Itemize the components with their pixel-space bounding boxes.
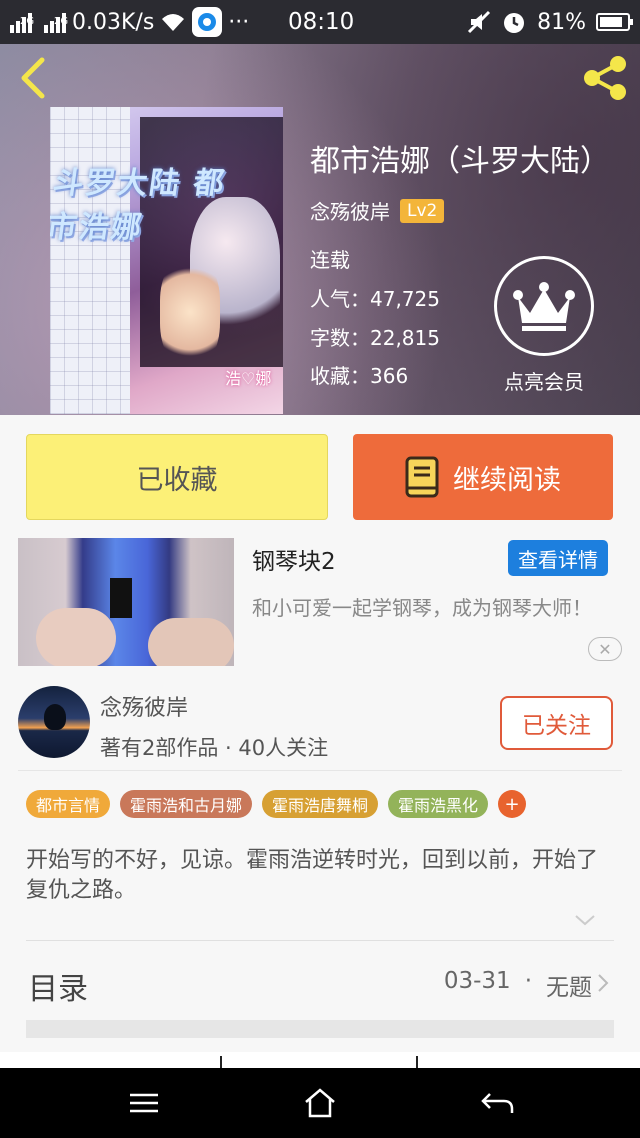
book-cover[interactable]: 斗罗大陆 都市浩娜 浩♡娜 [50,107,283,414]
divider [18,770,622,771]
status-bar: 2G 2G 0.03K/s ··· 08:10 81% [0,0,640,44]
more-dots: ··· [228,9,250,35]
view-details-button[interactable]: 查看详情 [508,540,608,576]
tag-chip[interactable]: 霍雨浩和古月娜 [120,790,253,818]
popularity-value: 47,725 [370,287,440,311]
signal-icon-2: 2G [44,11,68,33]
wifi-icon [162,14,185,31]
words-label: 字数： [310,326,370,350]
author-avatar[interactable] [18,686,90,758]
favorites-value: 366 [370,364,409,388]
tag-chip[interactable]: 霍雨浩唐舞桐 [262,790,379,818]
favorites-label: 收藏： [310,364,370,388]
author-meta: 著有2部作品 · 40人关注 [100,736,329,760]
network-speed: 0.03K/s [72,9,155,35]
serial-status: 连载 [310,248,350,272]
tag-chip[interactable]: 霍雨浩黑化 [388,790,489,818]
cover-signature: 浩♡娜 [225,369,272,388]
add-tag-button[interactable]: + [498,790,527,818]
popularity-label: 人气： [310,287,370,311]
clock: 08:10 [288,9,355,35]
mute-icon [468,10,491,34]
tag-chip[interactable]: 都市言情 [26,790,111,818]
continue-label: 继续阅读 [453,464,561,496]
book-author[interactable]: 念殇彼岸 [310,196,390,225]
word-count-stat: 字数：22,815 [310,322,440,351]
share-icon[interactable] [580,54,630,102]
app-notification-icon [192,7,223,37]
crown-icon [513,282,575,331]
favorites-stat: 收藏：366 [310,360,408,389]
book-header: 斗罗大陆 都市浩娜 浩♡娜 都市浩娜（斗罗大陆） 念殇彼岸 Lv2 连载 人气：… [0,44,640,415]
popularity-stat: 人气：47,725 [310,283,440,312]
network-tag: 2G [54,15,69,27]
home-icon[interactable] [300,1086,340,1120]
chapter-tabs-peek [0,1052,640,1068]
ad-title[interactable]: 钢琴块2 [252,542,336,576]
level-badge: Lv2 [400,198,445,223]
section-spacer [26,1020,614,1038]
vip-label: 点亮会员 [504,370,584,394]
latest-chapter[interactable]: 03-31 · 无题 [444,968,592,1002]
favorited-button[interactable]: 已收藏 [26,434,328,520]
alarm-icon [504,13,525,33]
book-title: 都市浩娜（斗罗大陆） [310,144,610,179]
battery-icon [596,13,633,31]
favorited-label: 已收藏 [136,464,218,496]
ad-description: 和小可爱一起学钢琴，成为钢琴大师！ [252,596,592,620]
tag-list: 都市言情 霍雨浩和古月娜 霍雨浩唐舞桐 霍雨浩黑化 + [26,790,527,818]
separator-dot: · [524,968,532,994]
return-icon[interactable] [478,1086,518,1120]
battery-percent: 81% [537,9,586,35]
ad-image[interactable] [18,538,234,666]
system-nav-bar [0,1068,640,1138]
continue-reading-button[interactable]: 继续阅读 [353,434,613,520]
author-name[interactable]: 念殇彼岸 [100,690,188,722]
book-icon [405,456,439,498]
signal-icon: 2G [10,11,34,33]
ad-close-button[interactable]: ✕ [588,637,622,661]
divider [26,940,614,941]
words-value: 22,815 [370,326,440,350]
network-tag: 2G [20,15,35,27]
book-author-row: 念殇彼岸 Lv2 [310,196,445,225]
latest-chapter-title: 无题 [546,975,592,1001]
toc-label[interactable]: 目录 [28,964,88,1008]
book-description: 开始写的不好，见谅。霍雨浩逆转时光，回到以前，开始了复仇之路。 [26,848,599,903]
followed-button[interactable]: 已关注 [500,696,613,750]
vip-button[interactable] [494,256,594,356]
chevron-down-icon[interactable] [574,912,596,928]
chevron-right-icon[interactable] [596,972,610,994]
latest-chapter-date: 03-31 [443,968,511,994]
back-icon[interactable] [14,56,54,100]
cover-title: 斗罗大陆 都市浩娜 [50,166,229,245]
menu-icon[interactable] [124,1086,164,1120]
